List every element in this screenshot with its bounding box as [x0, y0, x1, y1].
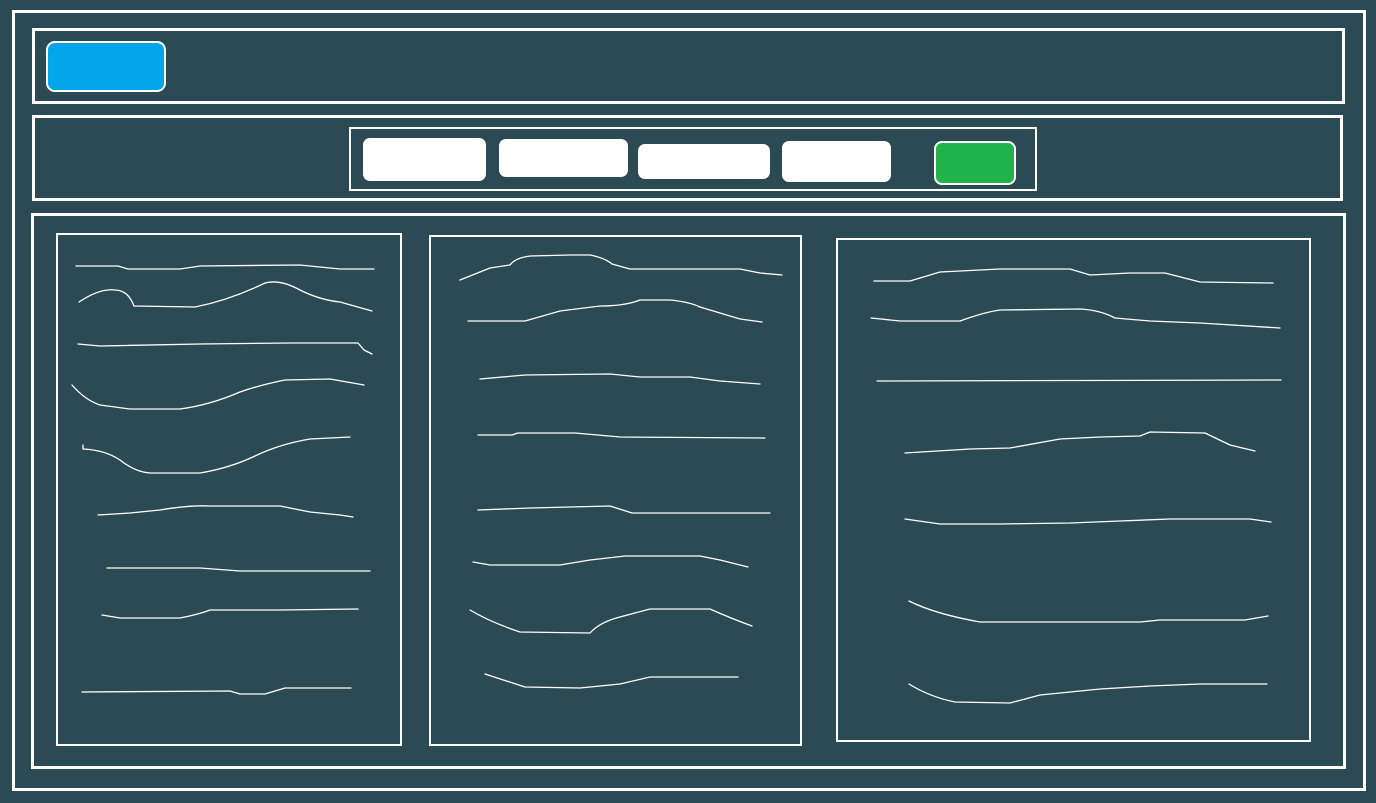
action-button[interactable] [934, 141, 1016, 185]
content-column-2 [429, 235, 802, 746]
tab-3[interactable] [638, 144, 770, 179]
content-column-1 [56, 233, 402, 746]
header-bar [32, 28, 1345, 104]
tab-4[interactable] [782, 141, 891, 182]
tab-2[interactable] [499, 139, 628, 177]
tab-1[interactable] [363, 138, 486, 181]
logo-button[interactable] [46, 41, 166, 92]
content-column-3 [836, 238, 1311, 742]
